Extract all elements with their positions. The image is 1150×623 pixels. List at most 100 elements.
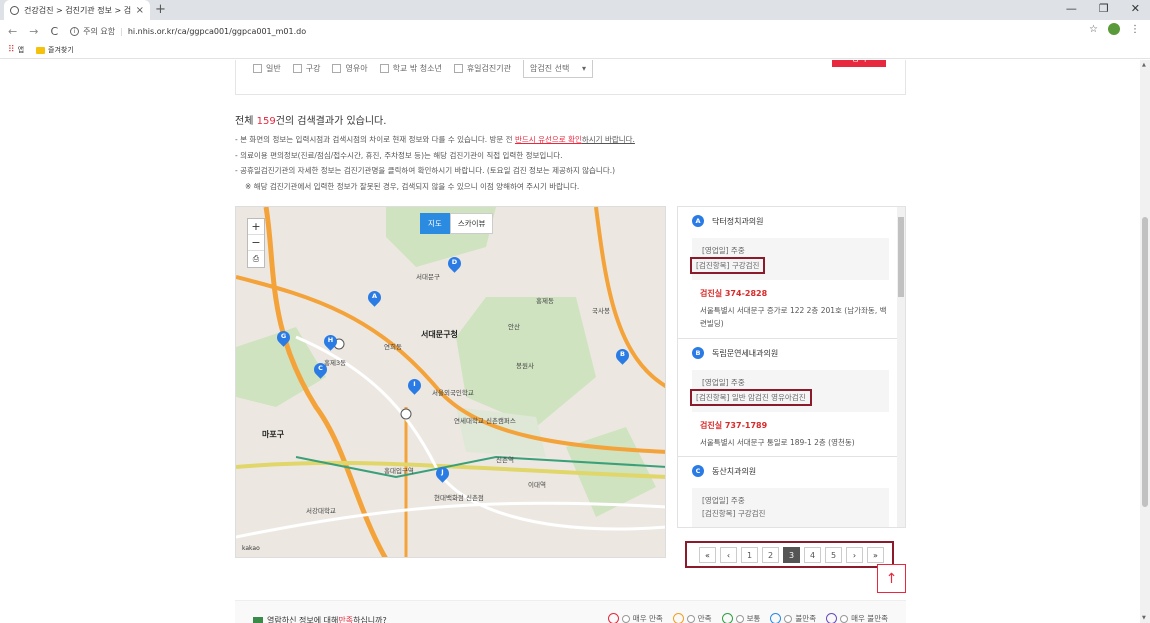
page-content: 일반 구강 영유아 학교 밖 청소년 휴일검진기관 암검진 선택▾ 검색 전체 … xyxy=(0,60,1140,623)
map-type-map[interactable]: 지도 xyxy=(420,213,450,234)
option-very-satisfied[interactable]: 매우 만족 xyxy=(607,613,663,623)
back-icon[interactable]: ← xyxy=(8,25,17,38)
map-label: 서대문구 xyxy=(416,273,440,281)
page-3[interactable]: 3 xyxy=(783,547,800,563)
page-5[interactable]: 5 xyxy=(825,547,842,563)
list-scrollbar[interactable] xyxy=(897,207,905,527)
scroll-top-button[interactable]: ↑ xyxy=(877,564,906,593)
map-label: 연세대학교 신촌캠퍼스 xyxy=(454,417,516,425)
map-pin-c[interactable]: C xyxy=(311,360,330,380)
option-neutral[interactable]: 보통 xyxy=(721,613,760,623)
star-icon[interactable]: ☆ xyxy=(1089,24,1098,35)
checkbox-oral[interactable]: 구강 xyxy=(292,63,320,74)
map-view[interactable]: + − ⎙ 지도 스카이뷰 서대문구청 서대문구 홍제동 홍제3동 국사봉 안산… xyxy=(235,206,666,558)
minimize-button[interactable]: — xyxy=(1066,2,1077,15)
result-list[interactable]: A 닥터정치과의원 [영업일] 주중 [검진항목] 구강검진 검진실 374-28… xyxy=(677,206,906,528)
info-box: [영업일] 주중 [검진항목] 구강검진 xyxy=(690,238,889,280)
maximize-button[interactable]: ❐ xyxy=(1099,2,1109,15)
result-count: 전체 159건의 검색결과가 있습니다. xyxy=(235,116,387,127)
forward-icon[interactable]: → xyxy=(29,25,38,38)
page-scrollbar[interactable]: ▲ ▼ xyxy=(1140,60,1150,623)
map-label: 홍대입구역 xyxy=(384,467,414,475)
checkbox-out-of-school-youth[interactable]: 학교 밖 청소년 xyxy=(379,63,442,74)
apps-icon[interactable]: ⠿ xyxy=(8,45,15,55)
exam-items-highlight: [검진항목] 구강검진 xyxy=(690,257,766,274)
info-box: [영업일] 주중 [검진항목] 일반 암검진 영유아검진 xyxy=(690,370,889,412)
scroll-down-icon[interactable]: ▼ xyxy=(1142,615,1146,621)
checkbox-holiday[interactable]: 휴일검진기관 xyxy=(453,63,511,74)
address-bar: ← → C i 주의 요함 | hi.nhis.or.kr/ca/ggpca00… xyxy=(0,20,1150,42)
menu-icon[interactable]: ⋮ xyxy=(1130,24,1140,35)
page-1[interactable]: 1 xyxy=(741,547,758,563)
next-page-button[interactable]: › xyxy=(846,547,863,563)
zoom-in-button[interactable]: + xyxy=(248,219,264,235)
list-item[interactable]: B 독립문연세내과의원 [영업일] 주중 [검진항목] 일반 암검진 영유아검진 … xyxy=(678,339,899,457)
page-2[interactable]: 2 xyxy=(762,547,779,563)
option-very-unsatisfied[interactable]: 매우 불만족 xyxy=(826,613,888,623)
map-pin-b[interactable]: B xyxy=(613,346,632,366)
print-icon[interactable]: ⎙ xyxy=(248,251,264,267)
scroll-thumb[interactable] xyxy=(1142,217,1148,507)
phone-confirm-link[interactable]: 반드시 유선으로 확인 xyxy=(515,135,582,144)
browser-tabbar: 건강검진 > 검진기관 정보 > 검 × + — ❐ ✕ xyxy=(0,0,1150,20)
face-icon xyxy=(672,613,684,623)
bookmarks-bar: ⠿ 앱 즐겨찾기 xyxy=(0,42,1150,59)
reload-icon[interactable]: C xyxy=(50,25,58,38)
map-pin-g[interactable]: G xyxy=(274,328,293,348)
map-label: 신촌역 xyxy=(496,456,514,464)
list-item[interactable]: A 닥터정치과의원 [영업일] 주중 [검진항목] 구강검진 검진실 374-28… xyxy=(678,207,899,339)
omnibox[interactable]: i 주의 요함 | hi.nhis.or.kr/ca/ggpca001/ggpc… xyxy=(70,26,306,37)
map-label: 국사봉 xyxy=(592,307,610,315)
flag-icon xyxy=(253,617,263,623)
map-pin-h[interactable]: H xyxy=(321,332,340,352)
clinic-name[interactable]: 동산치과의원 xyxy=(712,466,756,477)
map-pin-i[interactable]: I xyxy=(405,376,424,396)
prev-page-button[interactable]: ‹ xyxy=(720,547,737,563)
zoom-out-button[interactable]: − xyxy=(248,235,264,251)
clinic-address: 서울특별시 서대문구 증가로 122 2층 201호 (남가좌동, 백련빌딩) xyxy=(700,306,887,328)
filter-box: 일반 구강 영유아 학교 밖 청소년 휴일검진기관 암검진 선택▾ 검색 xyxy=(235,60,906,95)
map-label: 마포구 xyxy=(262,430,285,439)
checkbox-infant[interactable]: 영유아 xyxy=(332,63,368,74)
close-window-button[interactable]: ✕ xyxy=(1131,2,1140,15)
scroll-up-icon[interactable]: ▲ xyxy=(1142,62,1146,68)
new-tab-button[interactable]: + xyxy=(155,2,166,17)
zoom-control: + − ⎙ xyxy=(247,218,265,268)
info-icon[interactable]: i xyxy=(70,26,80,36)
list-item[interactable]: C 동산치과의원 [영업일] 주중 [검진항목] 구강검진 xyxy=(678,457,899,527)
option-satisfied[interactable]: 만족 xyxy=(672,613,712,623)
clinic-name[interactable]: 독립문연세내과의원 xyxy=(712,348,778,359)
marker-c-icon: C xyxy=(692,465,704,477)
checkbox-general[interactable]: 일반 xyxy=(253,63,281,74)
page-4[interactable]: 4 xyxy=(804,547,821,563)
first-page-button[interactable]: « xyxy=(699,547,716,563)
map-pin-d[interactable]: D xyxy=(445,254,464,274)
url-text[interactable]: hi.nhis.or.kr/ca/ggpca001/ggpca001_m01.d… xyxy=(128,27,306,36)
bookmark-apps[interactable]: 앱 xyxy=(18,45,24,55)
satisfaction-survey: 열람하신 정보에 대해 만족 하십니까? 매우 만족 만족 보통 불만족 매우 불… xyxy=(235,600,906,623)
map-label: 봉원사 xyxy=(516,362,534,370)
map-pin-j[interactable]: J xyxy=(433,464,452,484)
kakao-logo: kakao xyxy=(242,545,260,552)
search-button[interactable]: 검색 xyxy=(832,60,886,67)
map-label: 현대백화점 신촌점 xyxy=(434,494,484,502)
map-pin-a[interactable]: A xyxy=(365,288,384,308)
window-controls: — ❐ ✕ xyxy=(1066,2,1140,15)
cancer-exam-select[interactable]: 암검진 선택 ▾ xyxy=(522,60,593,78)
clinic-name[interactable]: 닥터정치과의원 xyxy=(712,216,764,227)
browser-tab[interactable]: 건강검진 > 검진기관 정보 > 검 × xyxy=(4,0,150,20)
toolbar-right: ☆ ⋮ xyxy=(1089,23,1140,35)
clinic-address: 서울특별시 서대문구 통일로 189-1 2층 (영천동) xyxy=(700,438,855,447)
option-unsatisfied[interactable]: 불만족 xyxy=(770,613,816,623)
map-label: 이대역 xyxy=(528,481,546,489)
marker-b-icon: B xyxy=(692,347,704,359)
map-type-skyview[interactable]: 스카이뷰 xyxy=(449,213,494,234)
bookmark-favorites[interactable]: 즐겨찾기 xyxy=(48,45,74,55)
map-label: 서대문구청 xyxy=(421,330,458,339)
tab-close-icon[interactable]: × xyxy=(136,5,144,16)
info-box: [영업일] 주중 [검진항목] 구강검진 xyxy=(692,488,889,527)
last-page-button[interactable]: » xyxy=(867,547,884,563)
map-label: 안산 xyxy=(508,323,520,331)
avatar[interactable] xyxy=(1108,23,1120,35)
face-icon xyxy=(826,613,838,623)
